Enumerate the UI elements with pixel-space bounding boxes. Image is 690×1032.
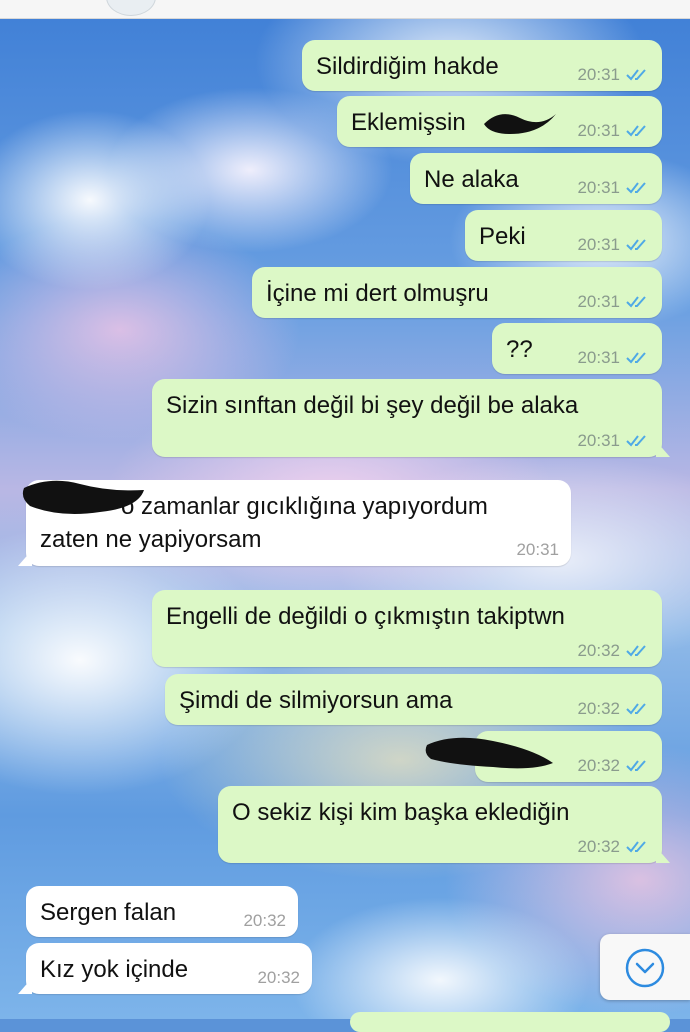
double-check-icon — [626, 125, 646, 137]
message-time: 20:31 — [577, 348, 620, 367]
double-check-icon — [626, 435, 646, 447]
double-check-icon — [626, 703, 646, 715]
message-time: 20:31 — [577, 178, 620, 197]
message-meta: 20:32 — [257, 968, 300, 988]
message-bubble-outgoing[interactable]: İçine mi dert olmuşru 20:31 — [252, 267, 662, 318]
message-text: Sildirdiğim hakde — [316, 53, 499, 80]
bubble-tail — [656, 847, 670, 863]
message-text: O sekiz kişi kim başka eklediğin — [232, 799, 570, 826]
message-text: Ne alaka — [424, 166, 519, 193]
message-text: ?? — [506, 336, 533, 363]
message-meta: 20:31 — [577, 431, 650, 451]
redaction-scribble — [484, 114, 556, 134]
message-bubble-outgoing[interactable]: ?? 20:31 — [492, 323, 662, 374]
message-meta: 20:32 — [577, 837, 650, 857]
message-bubble-outgoing[interactable]: Sildirdiğim hakde 20:31 — [302, 40, 662, 91]
message-meta: 20:31 — [516, 540, 559, 560]
message-text: Peki — [479, 223, 526, 250]
message-bubble-outgoing[interactable]: Ne alaka 20:31 — [410, 153, 662, 204]
message-text-line2: zaten ne yapiyorsam — [40, 526, 262, 553]
message-text: Sizin sınftan değil bi şey değil be alak… — [166, 392, 579, 419]
message-bubble-outgoing[interactable]: Eklemişsin 20:31 — [337, 96, 662, 147]
double-check-icon — [626, 239, 646, 251]
message-time: 20:31 — [577, 292, 620, 311]
double-check-icon — [626, 69, 646, 81]
bubble-tail — [656, 441, 670, 457]
message-meta: 20:31 — [577, 65, 650, 85]
message-time: 20:32 — [257, 968, 300, 987]
message-text-line1: o zamanlar gıcıklığına yapıyordum — [121, 493, 488, 520]
double-check-icon — [626, 352, 646, 364]
message-bubble-outgoing[interactable]: O sekiz kişi kim başka eklediğin 20:32 — [218, 786, 670, 863]
double-check-icon — [626, 645, 646, 657]
message-time: 20:32 — [577, 641, 620, 660]
message-bubble-outgoing[interactable]: 20:32 — [425, 731, 662, 782]
message-text: Eklemişsin — [351, 109, 466, 136]
double-check-icon — [626, 182, 646, 194]
message-meta: 20:32 — [577, 699, 650, 719]
message-text: Kız yok içinde — [40, 956, 189, 983]
message-bubble-outgoing[interactable]: Peki 20:31 — [465, 210, 662, 261]
double-check-icon — [626, 841, 646, 853]
message-time: 20:31 — [516, 540, 559, 559]
message-bubble-outgoing-partial — [350, 1012, 670, 1032]
message-bubble-outgoing[interactable]: Sizin sınftan değil bi şey değil be alak… — [152, 379, 670, 457]
message-meta: 20:32 — [577, 756, 650, 776]
message-time: 20:31 — [577, 121, 620, 140]
message-bubble-outgoing[interactable]: Şimdi de silmiyorsun ama 20:32 — [165, 674, 662, 725]
scroll-to-bottom-button[interactable] — [600, 934, 690, 1000]
message-bubble-outgoing[interactable]: Engelli de değildi o çıkmıştın takiptwn … — [152, 590, 662, 667]
message-time: 20:32 — [243, 911, 286, 930]
message-bubble-incoming[interactable]: o zamanlar gıcıklığına yapıyordum zaten … — [18, 480, 571, 566]
chevron-down-circle-icon — [625, 948, 665, 988]
message-bubble-incoming[interactable]: Sergen falan 20:32 — [26, 886, 298, 937]
message-list[interactable]: Sildirdiğim hakde 20:31 Eklemişsin 20:31… — [0, 0, 690, 1032]
message-time: 20:32 — [577, 837, 620, 856]
message-time: 20:32 — [577, 699, 620, 718]
bubble-tail — [18, 550, 32, 566]
redaction-scribble — [425, 737, 553, 769]
message-meta: 20:31 — [577, 178, 650, 198]
message-text: Engelli de değildi o çıkmıştın takiptwn — [166, 603, 565, 630]
message-text: İçine mi dert olmuşru — [266, 280, 489, 307]
double-check-icon — [626, 760, 646, 772]
bubble-tail — [18, 978, 32, 994]
message-time: 20:31 — [577, 65, 620, 84]
message-meta: 20:31 — [577, 121, 650, 141]
message-meta: 20:31 — [577, 348, 650, 368]
message-time: 20:31 — [577, 235, 620, 254]
message-meta: 20:31 — [577, 292, 650, 312]
message-meta: 20:32 — [243, 911, 286, 931]
message-meta: 20:32 — [577, 641, 650, 661]
double-check-icon — [626, 296, 646, 308]
message-time: 20:32 — [577, 756, 620, 775]
message-text: Şimdi de silmiyorsun ama — [179, 687, 453, 714]
message-bubble-incoming[interactable]: Kız yok içinde 20:32 — [18, 943, 312, 994]
message-text: Sergen falan — [40, 899, 177, 926]
message-time: 20:31 — [577, 431, 620, 450]
message-meta: 20:31 — [577, 235, 650, 255]
